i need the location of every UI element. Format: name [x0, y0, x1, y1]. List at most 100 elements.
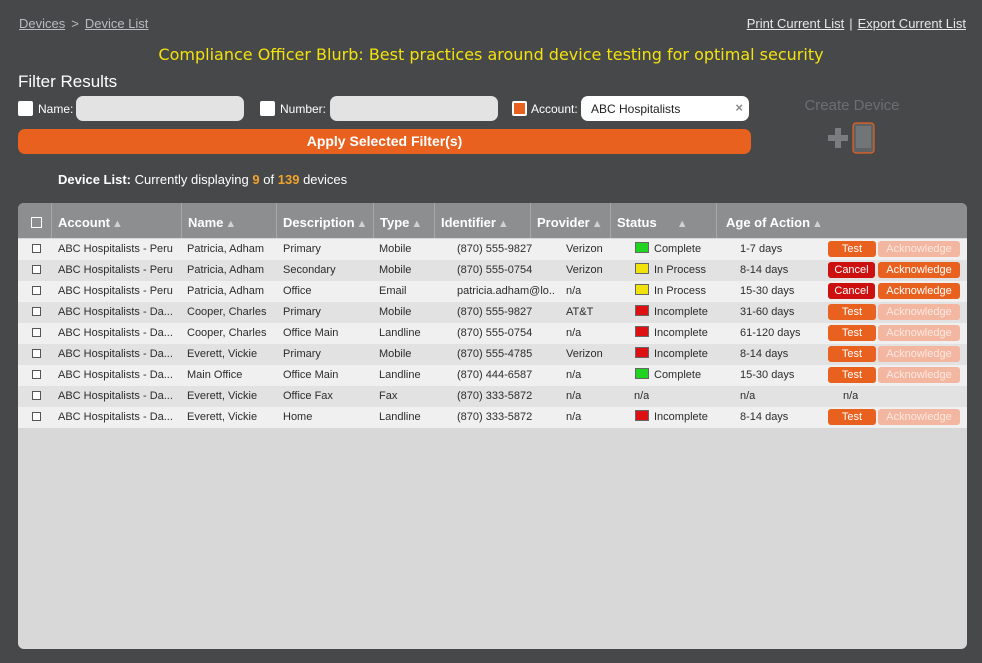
header-provider[interactable]: Provider ▲ [531, 203, 611, 238]
header-account-label: Account [58, 215, 110, 230]
name-filter-input[interactable] [76, 96, 244, 121]
create-device-label[interactable]: Create Device [796, 97, 908, 114]
name-filter-checkbox[interactable] [18, 101, 33, 116]
acknowledge-button[interactable]: Acknowledge [878, 346, 960, 362]
header-type-label: Type [380, 215, 410, 230]
row-checkbox[interactable] [32, 265, 41, 274]
acknowledge-button[interactable]: Acknowledge [878, 367, 960, 383]
cell-description: Primary [283, 348, 321, 360]
header-age-of-action[interactable]: Age of Action ▲ [717, 203, 967, 238]
cell-name: Patricia, Adham [187, 264, 265, 276]
cell-description: Office Main [283, 369, 339, 381]
cell-identifier: (870) 555-4785 [457, 348, 533, 360]
table-row: ABC Hospitalists - Peru Patricia, Adham Pr… [18, 239, 967, 260]
plus-phone-icon[interactable] [828, 122, 878, 154]
breadcrumb: Devices > Device List [19, 16, 148, 31]
header-select-cell [18, 203, 52, 238]
cell-identifier: (870) 555-0754 [457, 327, 533, 339]
number-filter-input[interactable] [330, 96, 498, 121]
cell-age: 15-30 days [740, 285, 795, 297]
sort-arrow-icon[interactable]: ▲ [592, 218, 603, 230]
account-filter-input[interactable]: ABC Hospitalists × [581, 96, 749, 121]
cell-type: Email [379, 285, 407, 297]
acknowledge-button[interactable]: Acknowledge [878, 325, 960, 341]
acknowledge-button[interactable]: Acknowledge [878, 409, 960, 425]
row-checkbox[interactable] [32, 307, 41, 316]
action-na: n/a [843, 390, 859, 402]
test-button[interactable]: Test [828, 304, 876, 320]
test-button[interactable]: Test [828, 241, 876, 257]
cell-name: Everett, Vickie [187, 348, 258, 360]
breadcrumb-devices-link[interactable]: Devices [19, 16, 65, 31]
sort-arrow-icon[interactable]: ▲ [225, 218, 236, 230]
cancel-button[interactable]: Cancel [828, 262, 875, 278]
test-button[interactable]: Test [828, 346, 876, 362]
top-links: Print Current List | Export Current List [747, 16, 966, 31]
header-account[interactable]: Account ▲ [52, 203, 182, 238]
sort-arrow-icon[interactable]: ▲ [677, 218, 688, 230]
header-type[interactable]: Type ▲ [374, 203, 435, 238]
cell-account: ABC Hospitalists - Peru [58, 243, 173, 255]
cell-account: ABC Hospitalists - Peru [58, 285, 173, 297]
cell-status: In Process [654, 285, 706, 297]
cell-description: Secondary [283, 264, 336, 276]
cell-account: ABC Hospitalists - Da... [58, 369, 173, 381]
acknowledge-button[interactable]: Acknowledge [878, 283, 960, 299]
cell-description: Home [283, 411, 313, 423]
cell-name: Everett, Vickie [187, 390, 258, 402]
cell-name: Main Office [187, 369, 243, 381]
header-status[interactable]: Status ▲ [611, 203, 717, 238]
cell-provider: n/a [566, 327, 582, 339]
cell-account: ABC Hospitalists - Da... [58, 411, 173, 423]
table-row: ABC Hospitalists - Peru Patricia, Adham Of… [18, 281, 967, 302]
acknowledge-button[interactable]: Acknowledge [878, 304, 960, 320]
cancel-button[interactable]: Cancel [828, 283, 875, 299]
header-provider-label: Provider [537, 215, 590, 230]
cell-type: Fax [379, 390, 398, 402]
test-button[interactable]: Test [828, 325, 876, 341]
cell-type: Landline [379, 411, 421, 423]
cell-status: Incomplete [654, 411, 708, 423]
number-filter-label: Number: [280, 102, 327, 116]
test-button[interactable]: Test [828, 409, 876, 425]
row-checkbox[interactable] [32, 244, 41, 253]
row-checkbox[interactable] [32, 370, 41, 379]
test-button[interactable]: Test [828, 367, 876, 383]
status-indicator-icon [635, 326, 649, 337]
header-identifier[interactable]: Identifier ▲ [435, 203, 531, 238]
row-checkbox[interactable] [32, 391, 41, 400]
table-row: ABC Hospitalists - Da... Cooper, Charles O… [18, 323, 967, 344]
print-list-link[interactable]: Print Current List [747, 16, 845, 31]
acknowledge-button[interactable]: Acknowledge [878, 262, 960, 278]
cell-provider: Verizon [566, 243, 603, 255]
clear-icon[interactable]: × [735, 100, 743, 115]
status-indicator-icon [635, 263, 649, 274]
export-list-link[interactable]: Export Current List [858, 16, 966, 31]
cell-identifier: (870) 555-9827 [457, 243, 533, 255]
status-indicator-icon [635, 410, 649, 421]
acknowledge-button[interactable]: Acknowledge [878, 241, 960, 257]
number-filter-checkbox[interactable] [260, 101, 275, 116]
cell-type: Landline [379, 327, 421, 339]
account-filter-checkbox[interactable] [512, 101, 527, 116]
name-filter-label: Name: [38, 102, 74, 116]
row-checkbox[interactable] [32, 412, 41, 421]
select-all-checkbox[interactable] [31, 217, 42, 228]
row-checkbox[interactable] [32, 349, 41, 358]
sort-arrow-icon[interactable]: ▲ [112, 218, 123, 230]
breadcrumb-device-list-link[interactable]: Device List [85, 16, 149, 31]
cell-provider: n/a [566, 285, 582, 297]
header-description[interactable]: Description ▲ [277, 203, 374, 238]
sort-arrow-icon[interactable]: ▲ [411, 218, 422, 230]
cell-name: Patricia, Adham [187, 285, 265, 297]
row-checkbox[interactable] [32, 328, 41, 337]
sort-arrow-icon[interactable]: ▲ [498, 218, 509, 230]
header-name[interactable]: Name ▲ [182, 203, 277, 238]
apply-filters-button[interactable]: Apply Selected Filter(s) [18, 129, 751, 154]
sort-arrow-icon[interactable]: ▲ [812, 218, 823, 230]
cell-status: Incomplete [654, 348, 708, 360]
cell-account: ABC Hospitalists - Da... [58, 390, 173, 402]
sort-arrow-icon[interactable]: ▲ [357, 218, 368, 230]
row-checkbox[interactable] [32, 286, 41, 295]
cell-age: 1-7 days [740, 243, 783, 255]
